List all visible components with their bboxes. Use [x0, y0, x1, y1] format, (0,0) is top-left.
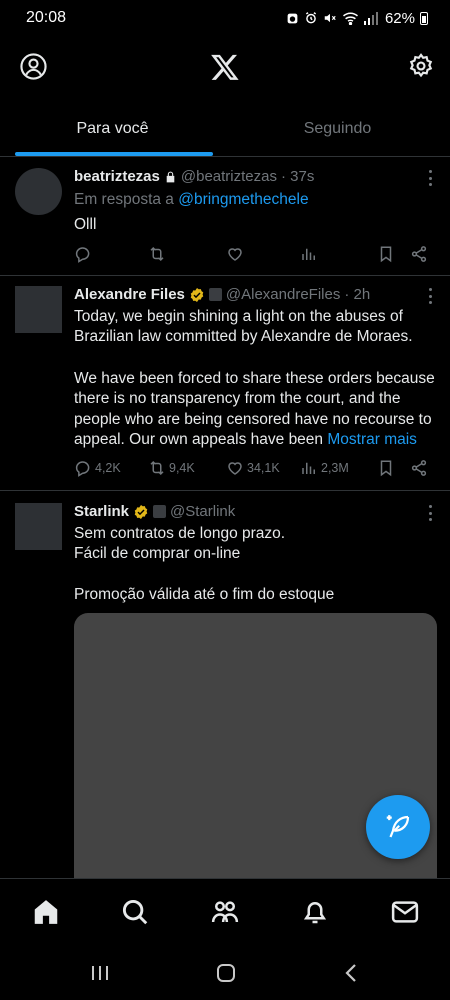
tweet-actions: 4,2K 9,4K 34,1K 2,3M [74, 459, 432, 481]
active-tab-indicator [15, 152, 213, 156]
views-chart-icon [302, 248, 315, 260]
status-icons: 62% [286, 10, 428, 27]
views-button[interactable] [300, 245, 318, 263]
retweet-count: 9,4K [169, 461, 195, 475]
author-name[interactable]: beatriztezas [74, 168, 160, 185]
status-time: 20:08 [26, 9, 67, 26]
avatar[interactable] [15, 503, 62, 550]
tweet-text-line: Sem contratos de longo prazo. [74, 525, 286, 542]
tweet-text-continued: We have been forced to share these order… [74, 369, 436, 450]
bookmark-button[interactable] [377, 245, 395, 263]
affiliate-badge-icon [153, 505, 167, 518]
x-logo-icon[interactable] [210, 52, 240, 82]
retweet-icon [150, 246, 164, 262]
retweet-button[interactable] [148, 245, 166, 263]
tweet-header: Alexandre Files @AlexandreFiles · 2h [74, 286, 414, 303]
compose-feather-icon [386, 815, 410, 838]
mute-icon [324, 13, 336, 23]
tweet[interactable]: beatriztezas @beatriztezas · 37s Em resp… [0, 158, 450, 276]
back-icon[interactable] [340, 961, 364, 985]
bookmark-icon [380, 246, 392, 263]
settings-gear-icon[interactable] [408, 53, 434, 79]
show-more-link[interactable]: Mostrar mais [327, 431, 417, 448]
reply-button[interactable] [74, 245, 92, 263]
author-handle: @AlexandreFiles [225, 286, 341, 303]
alarm-clock-icon [305, 12, 317, 24]
wifi-icon [342, 12, 358, 25]
author-name[interactable]: Alexandre Files [74, 286, 185, 303]
more-options-icon[interactable] [428, 505, 432, 521]
heart-icon [228, 462, 242, 475]
author-name[interactable]: Starlink [74, 503, 129, 520]
verified-badge-icon [134, 504, 148, 519]
views-chart-icon [302, 462, 315, 474]
tweet-header: Starlink @Starlink [74, 503, 414, 520]
share-icon [411, 460, 427, 476]
reply-prefix: Em resposta a [74, 191, 179, 208]
bottom-nav [0, 878, 450, 944]
messages-mail-icon[interactable] [390, 897, 420, 927]
tab-para-voce[interactable]: Para você [0, 100, 225, 156]
bookmark-icon [380, 460, 392, 477]
like-count: 34,1K [247, 461, 280, 475]
heart-icon [228, 248, 242, 261]
retweet-button[interactable]: 9,4K [148, 459, 195, 477]
home-icon[interactable] [31, 897, 61, 927]
reply-icon [75, 461, 90, 477]
tab-label: Seguindo [303, 120, 372, 137]
signal-icon [363, 11, 378, 25]
timeline-tabs: Para você Seguindo [0, 100, 450, 157]
author-handle: @Starlink [170, 503, 236, 520]
tweet-actions [74, 245, 432, 267]
alarm-icon [287, 13, 298, 23]
views-button[interactable]: 2,3M [300, 459, 349, 477]
system-navigation-bar [0, 944, 450, 1000]
views-count: 2,3M [321, 461, 349, 475]
recent-apps-icon[interactable] [88, 961, 112, 985]
reply-icon [75, 247, 90, 263]
tweet-text-line: Fácil de comprar on-line [74, 545, 241, 562]
tweet-text-line: Promoção válida até o fim do estoque [74, 586, 335, 603]
avatar[interactable] [15, 286, 62, 333]
notifications-bell-icon[interactable] [300, 897, 330, 927]
tweet-time: · 2h [344, 286, 371, 303]
tweet-text: Today, we begin shining a light on the a… [74, 308, 413, 346]
search-icon[interactable] [120, 897, 150, 927]
communities-icon[interactable] [210, 897, 240, 927]
compose-post-button[interactable] [366, 795, 430, 859]
home-button-icon[interactable] [214, 961, 238, 985]
affiliate-badge-icon [208, 288, 222, 301]
tweet[interactable]: Alexandre Files @AlexandreFiles · 2h Tod… [0, 276, 450, 491]
tweet-text: Olll [74, 216, 97, 233]
bookmark-button[interactable] [377, 459, 395, 477]
battery-percent: 62% [384, 9, 415, 27]
reply-count: 4,2K [95, 461, 121, 475]
share-icon [411, 246, 427, 262]
share-button[interactable] [410, 245, 428, 263]
lock-icon [166, 171, 175, 182]
tweet-header: beatriztezas @beatriztezas · 37s [74, 168, 414, 185]
more-options-icon[interactable] [428, 170, 432, 186]
reply-to-link[interactable]: @bringmethechele [178, 191, 308, 208]
like-button[interactable] [226, 245, 244, 263]
tweet-time: · 37s [280, 168, 315, 185]
top-bar [0, 36, 450, 98]
tab-seguindo[interactable]: Seguindo [225, 100, 450, 156]
battery-icon [420, 11, 428, 25]
tab-label: Para você [76, 120, 149, 137]
ad-media-image[interactable] [74, 613, 437, 913]
retweet-icon [150, 460, 164, 476]
like-button[interactable]: 34,1K [226, 459, 280, 477]
author-handle: @beatriztezas [180, 168, 277, 185]
profile-icon[interactable] [20, 53, 47, 80]
avatar[interactable] [15, 168, 62, 215]
verified-badge-icon [190, 287, 204, 302]
reply-button[interactable]: 4,2K [74, 459, 121, 477]
more-options-icon[interactable] [428, 288, 432, 304]
share-button[interactable] [410, 459, 428, 477]
status-bar: 20:08 62% [0, 0, 450, 36]
reply-context: Em resposta a @bringmethechele [74, 190, 436, 210]
